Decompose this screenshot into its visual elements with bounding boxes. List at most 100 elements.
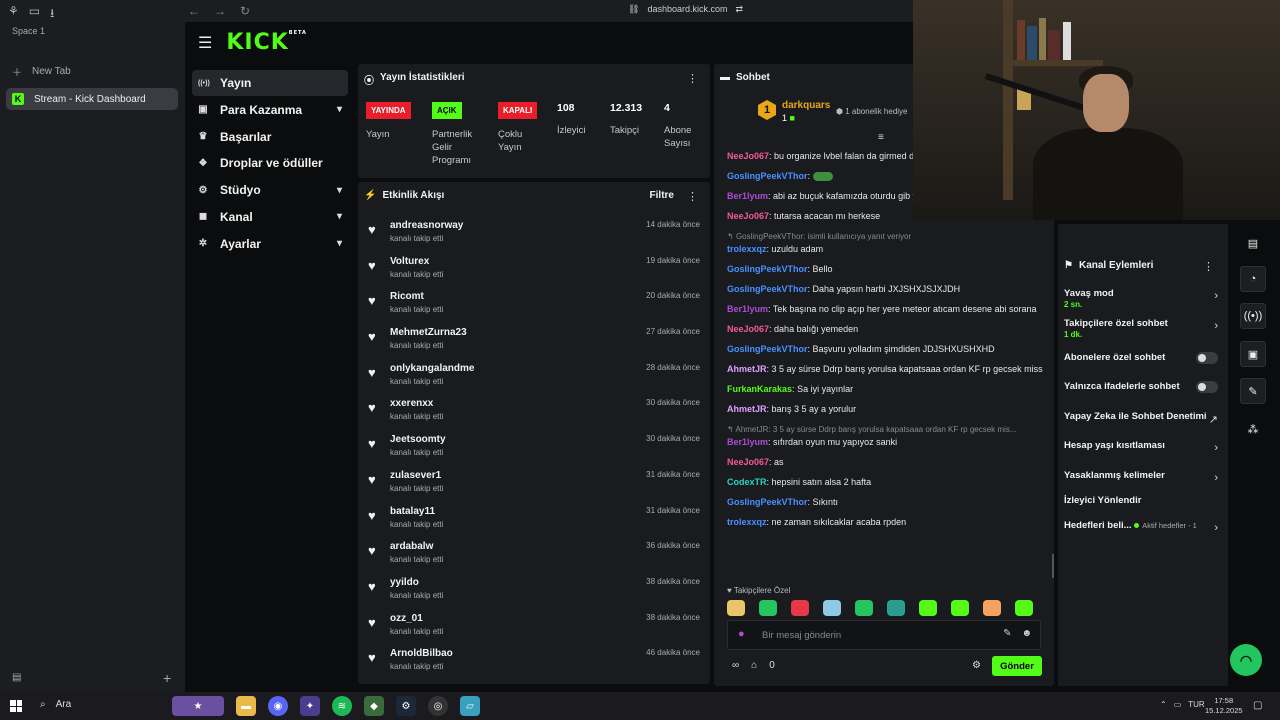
nav-item-2[interactable]: ▣ Para Kazanma ▾	[192, 97, 348, 123]
windows-start-icon[interactable]	[10, 700, 22, 712]
chevron-down-icon[interactable]: ▾	[337, 185, 342, 196]
steam-icon[interactable]: ⚙	[396, 696, 416, 716]
network-icon[interactable]: ▭	[1174, 700, 1182, 709]
followers-chat-action[interactable]: Takipçilere özel sohbet 1 dk. ›	[1064, 318, 1224, 339]
obs-icon[interactable]: ◎	[428, 696, 448, 716]
goals-action[interactable]: Hedefleri beli... Aktif hedefler - 1 ›	[1064, 520, 1224, 534]
store-icon[interactable]: ⌂	[751, 660, 757, 671]
feed-username[interactable]: Ricomt	[390, 291, 424, 302]
channel-actions-menu-icon[interactable]: ⋮	[1203, 260, 1214, 273]
help-chat-icon[interactable]: ◠	[1230, 644, 1262, 676]
redirect-viewers-action[interactable]: İzleyici Yönlendir	[1064, 495, 1224, 506]
live-status-badge[interactable]: YAYINDA	[366, 102, 411, 119]
chat-bubble-icon[interactable]: ◔	[1240, 266, 1266, 292]
extensions-icon[interactable]: ⚘	[8, 4, 19, 25]
spotify-icon[interactable]: ≋	[332, 696, 352, 716]
chat-scrollbar[interactable]	[1052, 554, 1054, 578]
feed-row[interactable]: ♥ batalay11 kanalı takip etti 31 dakika önc…	[358, 502, 710, 538]
nav-item-4[interactable]: ❖ Droplar ve ödüller	[192, 150, 348, 176]
ai-moderation-action[interactable]: Yapay Zeka ile Sohbet Denetimi ↗	[1064, 411, 1224, 426]
layout-icon[interactable]: ▣	[1240, 341, 1266, 367]
chat-username[interactable]: Ber1lyum	[727, 304, 768, 314]
send-button[interactable]: Gönder	[992, 656, 1042, 676]
chat-username[interactable]: Ber1lyum	[727, 437, 768, 447]
taskbar-search[interactable]: ⌕ Ara	[40, 699, 71, 710]
chat-username[interactable]: trolexxqz	[727, 517, 767, 527]
chevron-down-icon[interactable]: ▾	[337, 238, 342, 249]
slow-mode-action[interactable]: Yavaş mod 2 sn. ›	[1064, 288, 1224, 309]
emote-icon[interactable]	[727, 600, 745, 616]
feed-username[interactable]: yyildo	[390, 577, 419, 588]
chat-username[interactable]: FurkanKarakas	[727, 384, 792, 394]
tray-chevron-icon[interactable]: ⌃	[1160, 700, 1167, 709]
chat-username[interactable]: NeeJo067	[727, 211, 769, 221]
chat-username[interactable]: GoslingPeekVThor	[727, 171, 808, 181]
file-explorer-icon[interactable]: ▬	[236, 696, 256, 716]
chat-collapse-icon[interactable]: ≡	[878, 132, 884, 143]
account-age-action[interactable]: Hesap yaşı kısıtlaması ›	[1064, 440, 1224, 454]
url-display[interactable]: ⛓ dashboard.kick.com ⇄	[628, 4, 743, 15]
site-settings-icon[interactable]: ⇄	[735, 4, 743, 15]
forward-icon[interactable]: →	[214, 4, 226, 18]
chat-username[interactable]: GoslingPeekVThor	[727, 264, 808, 274]
chat-username[interactable]: CodexTR	[727, 477, 767, 487]
feed-username[interactable]: andreasnorway	[390, 220, 463, 231]
chevron-down-icon[interactable]: ▾	[337, 211, 342, 222]
microphone-icon[interactable]: ●	[738, 628, 745, 640]
new-tab-button[interactable]: ＋ New Tab	[12, 64, 71, 79]
feed-row[interactable]: ♥ andreasnorway kanalı takip etti 14 dakika…	[358, 216, 710, 252]
subscribers-chat-toggle[interactable]: Abonelere özel sohbet	[1064, 352, 1224, 364]
translate-icon[interactable]: ✎	[1003, 628, 1011, 639]
feed-row[interactable]: ♥ Jeetsoomty kanalı takip etti 30 dakika ön…	[358, 430, 710, 466]
emote-picker-icon[interactable]: ☻	[1021, 628, 1032, 639]
notes-app-icon[interactable]: ▱	[460, 696, 480, 716]
emote-icon[interactable]	[919, 600, 937, 616]
feed-username[interactable]: zulasever1	[390, 470, 441, 481]
toggle-switch[interactable]	[1196, 352, 1218, 364]
feed-row[interactable]: ♥ Ricomt kanalı takip etti 20 dakika önce	[358, 287, 710, 323]
chat-settings-icon[interactable]: ⚙	[972, 660, 981, 671]
nav-item-1[interactable]: ((•)) Yayın	[192, 70, 348, 96]
feed-row[interactable]: ♥ yyildo kanalı takip etti 38 dakika önce	[358, 573, 710, 609]
loyalty-points-icon[interactable]: ∞	[732, 660, 739, 671]
chat-username[interactable]: GoslingPeekVThor	[727, 284, 808, 294]
chat-username[interactable]: NeeJo067	[727, 324, 769, 334]
discord-icon[interactable]: ◉	[268, 696, 288, 716]
feed-username[interactable]: ardabalw	[390, 541, 433, 552]
nav-item-3[interactable]: ♛ Başarılar	[192, 124, 348, 150]
chevron-down-icon[interactable]: ▾	[337, 104, 342, 115]
nav-item-5[interactable]: ⚙ Stüdyo ▾	[192, 177, 348, 203]
feed-row[interactable]: ♥ onlykangalandme kanalı takip etti 28 daki…	[358, 359, 710, 395]
archive-icon[interactable]: ▤	[12, 672, 21, 683]
launcher-icon[interactable]: ◆	[364, 696, 384, 716]
multistream-status-badge[interactable]: KAPALI	[498, 102, 538, 119]
emote-icon[interactable]	[887, 600, 905, 616]
browser-tab-active[interactable]: K Stream - Kick Dashboard	[6, 88, 178, 110]
wrench-icon[interactable]: ✎	[1240, 378, 1266, 404]
sidebar-toggle-icon[interactable]: ▭	[29, 4, 40, 25]
emote-icon[interactable]	[951, 600, 969, 616]
clipboard-icon[interactable]: ▤	[1240, 230, 1266, 256]
chat-username[interactable]: AhmetJR	[727, 404, 767, 414]
feed-row[interactable]: ♥ ozz_01 kanalı takip etti 38 dakika önce	[358, 609, 710, 645]
emotes-chat-toggle[interactable]: Yalnızca ifadelerle sohbet	[1064, 381, 1224, 393]
feed-filter-button[interactable]: Filtre	[650, 190, 674, 201]
feed-row[interactable]: ♥ ardabalw kanalı takip etti 36 dakika önce	[358, 537, 710, 573]
feed-username[interactable]: onlykangalandme	[390, 363, 474, 374]
feed-more-menu-icon[interactable]: ⋮	[687, 190, 698, 203]
chat-input-box[interactable]: ● Bir mesaj gönderin ✎ ☻	[727, 620, 1041, 650]
add-space-icon[interactable]: +	[163, 670, 171, 686]
feed-username[interactable]: batalay11	[390, 506, 435, 517]
feed-row[interactable]: ♥ xxerenxx kanalı takip etti 30 dakika önce	[358, 394, 710, 430]
taskbar-clock[interactable]: 17:58 15.12.2025	[1205, 696, 1243, 716]
feed-username[interactable]: xxerenxx	[390, 398, 433, 409]
feed-username[interactable]: Volturex	[390, 256, 429, 267]
feed-row[interactable]: ♥ MehmetZurna23 kanalı takip etti 27 dakika…	[358, 323, 710, 359]
emote-icon[interactable]	[759, 600, 777, 616]
browser-app-icon[interactable]: ✦	[300, 696, 320, 716]
nav-item-7[interactable]: ✲ Ayarlar ▾	[192, 231, 348, 257]
emote-icon[interactable]	[983, 600, 1001, 616]
back-icon[interactable]: ←	[188, 4, 200, 18]
kick-logo[interactable]: KICKBETA	[226, 30, 307, 55]
feed-username[interactable]: Jeetsoomty	[390, 434, 446, 445]
